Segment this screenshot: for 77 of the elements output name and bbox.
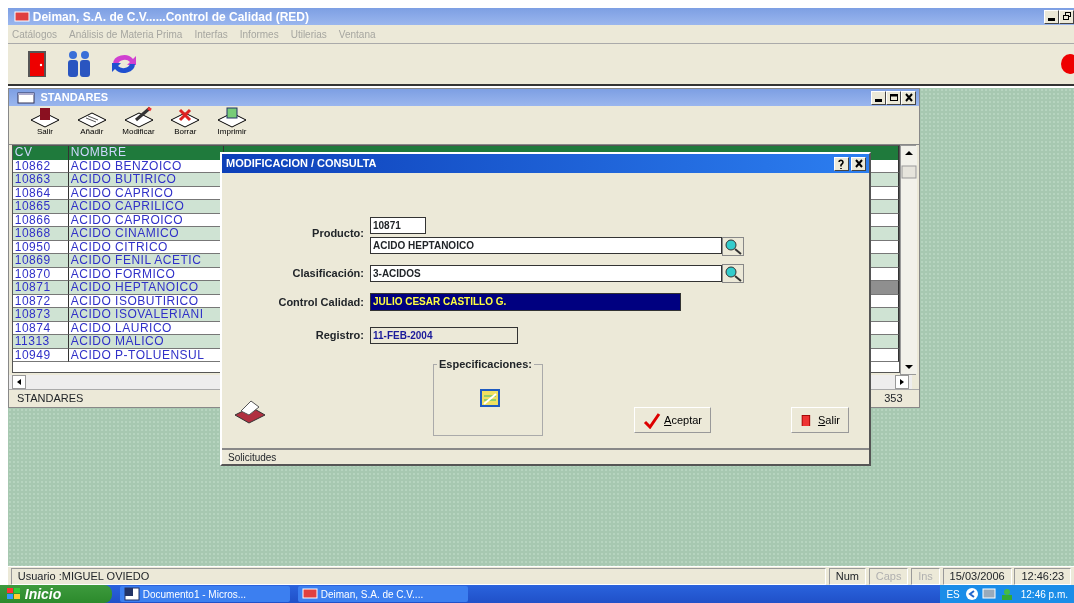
close-icon [852, 158, 865, 169]
printer-icon [233, 398, 267, 425]
table-cell: 10869 [12, 254, 69, 268]
refresh-icon[interactable] [109, 52, 139, 76]
status-panel: Ins [911, 567, 940, 585]
window-title: STANDARES [40, 90, 110, 106]
taskbar-button[interactable]: Documento1 - Micros... [120, 586, 290, 602]
status-panel: Caps [868, 567, 909, 585]
accept-button[interactable]: Aceptar [634, 407, 711, 433]
start-button[interactable]: Inicio [0, 585, 112, 603]
field-label: Registro: [314, 328, 365, 343]
status-panel: Usuario :MIGUEL OVIEDO [10, 567, 826, 585]
exit-button[interactable]: Salir [791, 407, 849, 433]
table-cell: 10873 [12, 308, 69, 322]
dialog-title: MODIFICACION / CONSULTA [226, 156, 377, 172]
close-button[interactable] [901, 90, 917, 105]
vertical-scrollbar[interactable] [901, 146, 918, 374]
help-icon [835, 158, 847, 169]
status-panel: 15/03/2006 [942, 567, 1012, 585]
document-icon [215, 106, 249, 128]
status-text: STANDARES [17, 391, 84, 407]
exit-button[interactable]: Salir [23, 106, 67, 144]
print-button[interactable] [233, 398, 267, 425]
minimize-button[interactable] [871, 90, 887, 105]
add-button[interactable]: Añadir [69, 106, 114, 144]
maximize-icon [887, 92, 900, 103]
input-field[interactable]: JULIO CESAR CASTILLO G. [370, 292, 681, 311]
minimize-icon [1048, 18, 1055, 21]
windows-logo-icon [6, 587, 22, 601]
field-label: Clasificación: [291, 266, 365, 281]
table-cell: 10949 [12, 348, 69, 362]
scroll-right-button[interactable] [895, 375, 910, 389]
close-icon [902, 92, 915, 103]
minimize-icon [875, 99, 883, 102]
blob-icon[interactable] [1060, 53, 1074, 75]
status-panel: Num [828, 567, 866, 585]
search-button[interactable] [722, 263, 744, 283]
window-icon [17, 91, 35, 104]
search-icon [723, 264, 743, 282]
app-icon [14, 10, 30, 23]
table-cell: 11313 [12, 335, 69, 349]
input-field[interactable]: 10871 [370, 217, 426, 234]
status-text: Solicitudes [228, 450, 277, 465]
field-label: Producto: [311, 226, 365, 241]
input-field: 11-FEB-2004 [370, 326, 518, 344]
restore-button[interactable] [1059, 9, 1074, 24]
maximize-button[interactable] [886, 90, 902, 105]
help-button[interactable] [833, 156, 849, 171]
close-button[interactable] [851, 156, 867, 171]
door-icon[interactable] [26, 50, 48, 78]
table-cell: 10868 [12, 227, 69, 241]
specifications-button[interactable] [480, 388, 500, 407]
search-button[interactable] [722, 236, 744, 256]
search-icon [723, 237, 743, 255]
status-text: 353 [884, 391, 903, 407]
print-button[interactable]: Imprimir [210, 106, 254, 144]
document-icon [124, 587, 140, 601]
window-title: Deiman, S.A. de C.V......Control de Calidad (RED) [32, 8, 310, 26]
status-panel: 12:46:23 [1014, 567, 1072, 585]
restore-icon [1060, 11, 1073, 22]
input-field[interactable]: 3-ACIDOS [370, 264, 722, 282]
table-cell: 10863 [12, 173, 69, 187]
form-icon [480, 388, 500, 407]
table-cell: 10865 [12, 200, 69, 214]
input-field[interactable]: ACIDO HEPTANOICO [370, 236, 722, 254]
edit-button[interactable]: Modificar [116, 106, 161, 144]
checkmark-icon [643, 411, 662, 429]
table-cell: 10871 [12, 281, 69, 295]
minimize-button[interactable] [1044, 9, 1059, 24]
scroll-left-button[interactable] [11, 375, 26, 389]
field-label: Control Calidad: [277, 294, 365, 310]
delete-button[interactable]: Borrar [163, 106, 208, 144]
document-icon [28, 106, 62, 128]
taskbar-button[interactable]: Deiman, S.A. de C.V.... [298, 586, 468, 602]
app-icon [302, 587, 318, 601]
clock-text: 12:46 p.m. [1020, 587, 1068, 602]
column-header[interactable]: CV [12, 146, 69, 160]
